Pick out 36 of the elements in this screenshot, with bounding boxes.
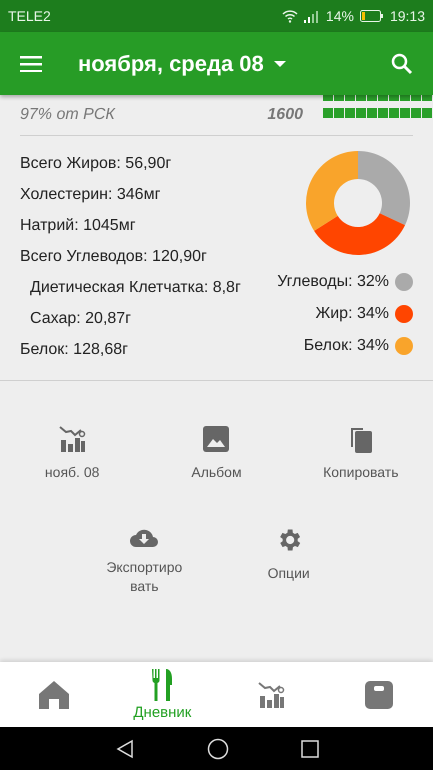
rdi-percent: 97% от РСК xyxy=(20,106,115,124)
back-icon[interactable] xyxy=(114,738,134,758)
recents-icon[interactable] xyxy=(300,740,318,758)
image-icon xyxy=(202,425,230,453)
battery-icon xyxy=(360,10,384,22)
home-icon xyxy=(38,680,70,710)
legend-label: Жир: 34% xyxy=(315,305,389,323)
carrier-name: TELE2 xyxy=(8,8,51,24)
legend-label: Белок: 34% xyxy=(304,337,389,355)
menu-icon[interactable] xyxy=(20,56,42,72)
action-button[interactable]: Копировать xyxy=(310,425,411,482)
wifi-icon xyxy=(282,10,298,22)
action-button[interactable]: Альбом xyxy=(166,425,266,482)
battery-percent: 14% xyxy=(326,8,354,24)
nutrient-line: Белок: 128,68г xyxy=(20,340,128,360)
nutrient-line: Всего Жиров: 56,90г xyxy=(20,154,172,174)
signal-icon xyxy=(304,10,320,22)
chart-icon xyxy=(256,680,285,708)
legend-label: Углеводы: 32% xyxy=(277,273,389,291)
nutrient-line: Натрий: 1045мг xyxy=(20,216,136,236)
chart-icon xyxy=(58,425,86,453)
action-button[interactable]: Экспортиро вать xyxy=(94,526,194,596)
date-title[interactable]: ноября, среда 08 xyxy=(78,50,264,76)
nutrient-line: Диетическая Клетчатка: 8,8г xyxy=(30,278,241,298)
action-button[interactable]: Опции xyxy=(238,526,339,596)
nutrient-line: Холестерин: 346мг xyxy=(20,185,160,205)
home-circle-icon[interactable] xyxy=(206,738,228,760)
nutrient-line: Сахар: 20,87г xyxy=(30,309,132,329)
calorie-goal: 1600 xyxy=(267,106,303,124)
nutrient-line: Всего Углеводов: 120,90г xyxy=(20,247,207,267)
scale-icon xyxy=(364,680,394,710)
search-icon[interactable] xyxy=(391,52,413,74)
fork-knife-icon xyxy=(151,668,174,702)
clock-time: 19:13 xyxy=(390,8,425,24)
action-button[interactable]: нояб. 08 xyxy=(22,425,122,482)
dropdown-caret-icon[interactable] xyxy=(274,60,286,66)
